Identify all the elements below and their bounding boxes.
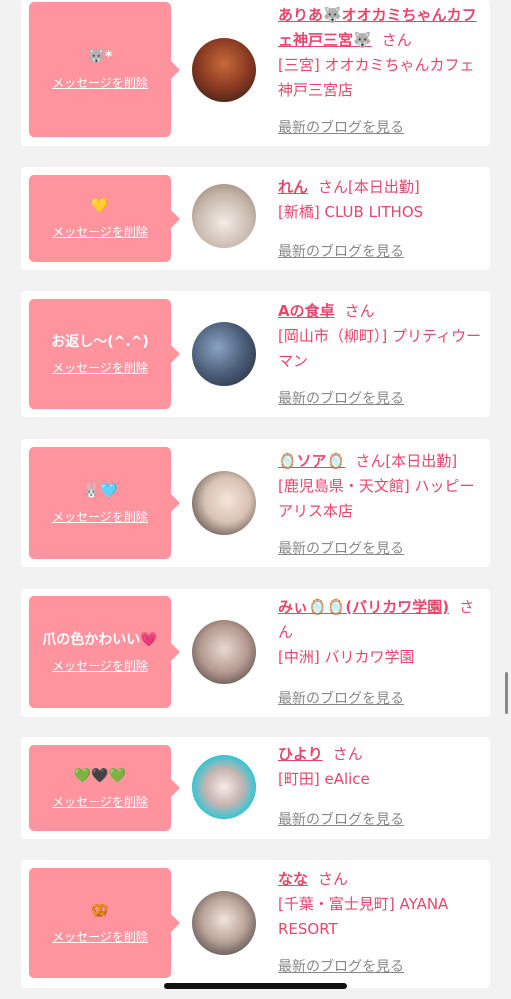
delete-message-link[interactable]: メッセージを削除: [52, 508, 148, 525]
status-badge: [本日出勤]: [385, 452, 458, 470]
shop-name: [三宮] オオカミちゃんカフェ神戸三宮店: [278, 56, 475, 99]
delete-message-link[interactable]: メッセージを削除: [52, 74, 148, 91]
shop-name: [岡山市（柳町）] プリティウーマン: [278, 327, 482, 370]
user-info: 🪞ソア🪞 さん[本日出勤] [鹿児島県・天文館] ハッピーアリス本店: [278, 449, 484, 524]
latest-blog-link[interactable]: 最新のブログを見る: [278, 688, 404, 708]
delete-message-link[interactable]: メッセージを削除: [52, 359, 148, 376]
user-info: ありあ🐺オオカミちゃんカフェ神戸三宮🐺 さん [三宮] オオカミちゃんカフェ神戸三…: [278, 3, 484, 103]
message-text: 💚🖤💚: [73, 767, 127, 784]
message-bubble: 🐰🩵 メッセージを削除: [29, 447, 180, 559]
avatar[interactable]: [192, 755, 256, 819]
user-name-link[interactable]: ありあ🐺オオカミちゃんカフェ神戸三宮🐺: [278, 6, 477, 49]
latest-blog-link[interactable]: 最新のブログを見る: [278, 117, 404, 137]
home-indicator[interactable]: [164, 983, 347, 989]
shop-name: [千葉・富士見町] AYANA RESORT: [278, 895, 449, 938]
user-name-link[interactable]: なな: [278, 870, 308, 888]
message-text: 🐰🩵: [82, 482, 118, 499]
message-text: 💛: [91, 198, 109, 214]
message-text: 🐺*: [87, 49, 113, 65]
avatar[interactable]: [192, 38, 256, 102]
shop-name: [町田] eAlice: [278, 770, 370, 788]
message-bubble: お返し〜(^.^) メッセージを削除: [29, 299, 180, 409]
user-name-link[interactable]: れん: [278, 178, 308, 196]
list-item: 🐺* メッセージを削除 ありあ🐺オオカミちゃんカフェ神戸三宮🐺 さん [三宮] オ…: [21, 0, 490, 146]
latest-blog-link[interactable]: 最新のブログを見る: [278, 809, 404, 829]
list-item: 💛 メッセージを削除 れん さん[本日出勤] [新橋] CLUB LITHOS 最…: [21, 167, 490, 270]
user-name-link[interactable]: みぃ🪞🪞(バリカワ学園): [278, 598, 449, 616]
shop-name: [中洲] バリカワ学園: [278, 648, 415, 666]
message-bubble: 💛 メッセージを削除: [29, 175, 180, 262]
list-item: 🥨 メッセージを削除 なな さん [千葉・富士見町] AYANA RESORT 最…: [21, 860, 490, 988]
latest-blog-link[interactable]: 最新のブログを見る: [278, 241, 404, 261]
avatar[interactable]: [192, 891, 256, 955]
user-info: Aの食卓 さん [岡山市（柳町）] プリティウーマン: [278, 299, 484, 374]
user-name-link[interactable]: Aの食卓: [278, 302, 335, 320]
honorific: さん: [355, 452, 386, 470]
latest-blog-link[interactable]: 最新のブログを見る: [278, 956, 404, 976]
message-bubble: 🥨 メッセージを削除: [29, 868, 180, 978]
message-bubble: 🐺* メッセージを削除: [29, 2, 180, 137]
avatar[interactable]: [192, 620, 256, 684]
latest-blog-link[interactable]: 最新のブログを見る: [278, 538, 404, 558]
user-name-link[interactable]: ひより: [278, 745, 323, 763]
list-item: 🐰🩵 メッセージを削除 🪞ソア🪞 さん[本日出勤] [鹿児島県・天文館] ハッピー…: [21, 439, 490, 567]
delete-message-link[interactable]: メッセージを削除: [52, 657, 148, 674]
avatar[interactable]: [192, 471, 256, 535]
delete-message-link[interactable]: メッセージを削除: [52, 223, 148, 240]
user-info: ひより さん [町田] eAlice: [278, 742, 484, 792]
latest-blog-link[interactable]: 最新のブログを見る: [278, 388, 404, 408]
honorific: さん: [318, 178, 349, 196]
delete-message-link[interactable]: メッセージを削除: [52, 793, 148, 810]
list-item: 爪の色かわいい💗 メッセージを削除 みぃ🪞🪞(バリカワ学園) さん [中洲] バリ…: [21, 589, 490, 717]
message-text: お返し〜(^.^): [51, 333, 149, 350]
user-name-link[interactable]: 🪞ソア🪞: [278, 452, 345, 470]
honorific: さん: [344, 302, 375, 320]
honorific: さん: [318, 870, 349, 888]
shop-name: [鹿児島県・天文館] ハッピーアリス本店: [278, 477, 475, 520]
avatar[interactable]: [192, 322, 256, 386]
user-info: れん さん[本日出勤] [新橋] CLUB LITHOS: [278, 175, 484, 225]
list-item: 💚🖤💚 メッセージを削除 ひより さん [町田] eAlice 最新のブログを見る: [21, 737, 490, 839]
status-badge: [本日出勤]: [348, 178, 420, 196]
avatar[interactable]: [192, 184, 256, 248]
scrollbar[interactable]: [505, 672, 508, 714]
message-bubble: 爪の色かわいい💗 メッセージを削除: [29, 596, 180, 708]
delete-message-link[interactable]: メッセージを削除: [52, 928, 148, 945]
user-info: みぃ🪞🪞(バリカワ学園) さん [中洲] バリカワ学園: [278, 595, 484, 670]
user-info: なな さん [千葉・富士見町] AYANA RESORT: [278, 867, 484, 942]
message-text: 🥨: [91, 902, 109, 919]
list-item: お返し〜(^.^) メッセージを削除 Aの食卓 さん [岡山市（柳町）] プリティ…: [21, 291, 490, 417]
message-bubble: 💚🖤💚 メッセージを削除: [29, 745, 180, 831]
honorific: さん: [381, 31, 412, 49]
honorific: さん: [332, 745, 363, 763]
shop-name: [新橋] CLUB LITHOS: [278, 203, 424, 221]
message-text: 爪の色かわいい💗: [42, 631, 158, 648]
